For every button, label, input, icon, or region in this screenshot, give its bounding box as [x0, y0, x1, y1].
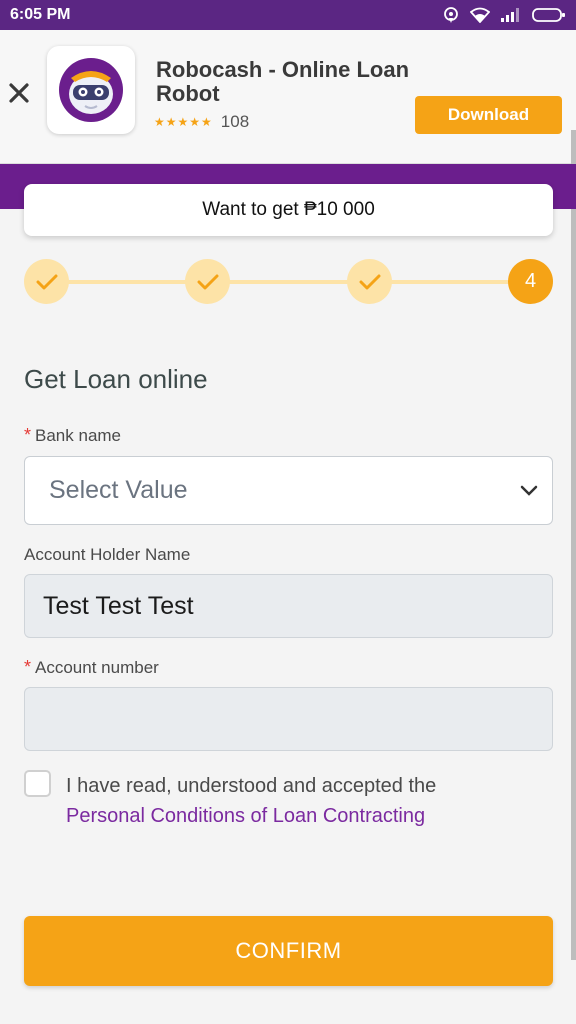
rating-count: 108: [220, 112, 250, 131]
close-icon[interactable]: [6, 80, 32, 106]
checkmark-icon: [359, 274, 380, 289]
account-holder-label: Account Holder Name: [24, 545, 191, 564]
promo-text: Want to get ₱10 000: [202, 199, 375, 220]
account-number-label: * Account number: [24, 657, 159, 677]
bank-name-value: Select Value: [49, 476, 188, 504]
step-2-complete: [185, 259, 230, 304]
status-icons: [442, 6, 566, 24]
scrollbar[interactable]: [571, 130, 576, 960]
hotspot-icon: [444, 7, 458, 23]
step-4-current: 4: [508, 259, 553, 304]
star-rating-icon: ★★★★★: [154, 115, 213, 129]
battery-icon: [532, 8, 565, 22]
confirm-button[interactable]: CONFIRM: [24, 916, 553, 986]
checkmark-icon: [36, 274, 57, 289]
step-3-complete: [347, 259, 392, 304]
step-1-complete: [24, 259, 69, 304]
required-asterisk: *: [24, 657, 32, 677]
signal-icon: [501, 8, 519, 22]
consent-text: I have read, understood and accepted the…: [66, 771, 526, 831]
bank-name-select[interactable]: Select Value: [24, 456, 553, 525]
checkmark-icon: [197, 274, 218, 289]
status-bar: 6:05 PM: [0, 0, 576, 30]
download-button[interactable]: Download: [415, 96, 562, 134]
promo-card: Want to get ₱10 000: [24, 184, 553, 236]
account-holder-input[interactable]: Test Test Test: [24, 574, 553, 638]
ad-banner: Robocash - Online Loan Robot ★★★★★ 108 D…: [0, 30, 576, 164]
robot-logo-icon[interactable]: [47, 46, 135, 134]
status-time: 6:05 PM: [10, 6, 71, 23]
page-title: Get Loan online: [24, 364, 208, 394]
progress-stepper: 4: [24, 259, 553, 305]
bank-name-label: * Bank name: [24, 425, 122, 445]
ad-app-title: Robocash - Online Loan Robot: [156, 57, 410, 106]
loan-conditions-link[interactable]: Personal Conditions of Loan Contracting: [66, 801, 526, 831]
required-asterisk: *: [24, 425, 32, 445]
stepper-line: [46, 280, 531, 284]
chevron-down-icon: [520, 485, 538, 496]
ad-rating: ★★★★★ 108: [154, 112, 249, 132]
wifi-icon: [470, 7, 490, 23]
account-number-input[interactable]: [24, 687, 553, 751]
consent-checkbox[interactable]: [24, 770, 51, 797]
